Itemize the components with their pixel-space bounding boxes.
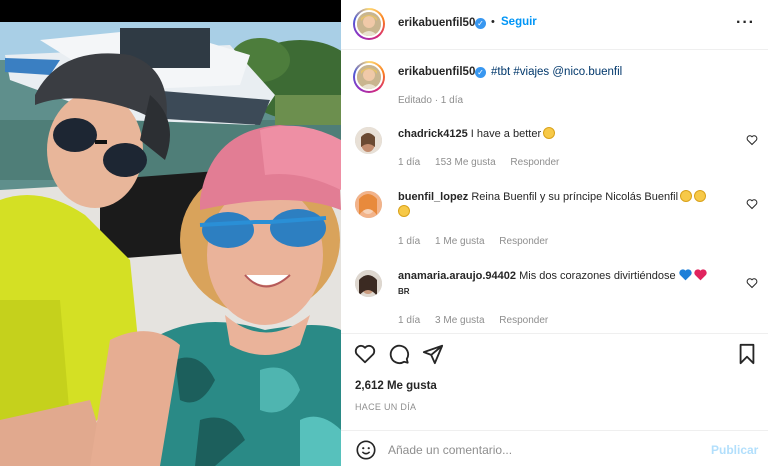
comment-likes[interactable]: 1 Me gusta: [435, 236, 484, 247]
comment-likes[interactable]: 153 Me gusta: [435, 157, 496, 168]
blue-heart-icon: [678, 269, 692, 281]
flag-icon: BR: [398, 287, 410, 296]
like-comment-heart-icon[interactable]: [746, 134, 758, 146]
comment-text: I have a better: [470, 128, 542, 140]
comment-meta: 1 día 1 Me gusta Responder: [398, 236, 560, 247]
post-side-panel: erikabuenfil50 ✓ • Seguir ··· erikabuenf…: [341, 0, 768, 466]
reply-button[interactable]: Responder: [499, 315, 548, 326]
comment-time[interactable]: 1 día: [398, 157, 420, 168]
commenter-username[interactable]: buenfil_lopez: [398, 191, 468, 203]
emoji-picker-icon[interactable]: [355, 439, 377, 461]
red-heart-icon: [693, 269, 707, 281]
comment-likes[interactable]: 3 Me gusta: [435, 315, 484, 326]
like-comment-heart-icon[interactable]: [746, 277, 758, 289]
commenter-avatar[interactable]: [355, 270, 382, 297]
divider: [341, 333, 768, 334]
comment-meta: 1 día 153 Me gusta Responder: [398, 157, 571, 168]
comment-time[interactable]: 1 día: [398, 236, 420, 247]
caption-meta: Editado · 1 día: [398, 95, 464, 106]
author-username[interactable]: erikabuenfil50: [398, 17, 475, 29]
follow-button[interactable]: Seguir: [501, 16, 537, 28]
caption-author-avatar[interactable]: [353, 61, 385, 93]
heart-eyes-face-icon: [694, 190, 707, 202]
comment-meta: 1 día 3 Me gusta Responder: [398, 315, 560, 326]
comment-text: Reina Buenfil y su príncipe Nicolás Buen…: [471, 191, 679, 203]
reply-button[interactable]: Responder: [499, 236, 548, 247]
post-photo[interactable]: [0, 0, 341, 466]
separator-dot: •: [491, 16, 495, 28]
commenter-username[interactable]: chadrick4125: [398, 128, 468, 140]
commenter-avatar[interactable]: [355, 127, 382, 154]
publish-button[interactable]: Publicar: [711, 443, 758, 457]
comment-text: Mis dos corazones divirtiéndose: [519, 270, 676, 282]
save-bookmark-icon[interactable]: [736, 343, 758, 365]
verified-badge-icon: ✓: [475, 18, 486, 29]
share-send-icon[interactable]: [422, 343, 444, 365]
post-header: erikabuenfil50 ✓ • Seguir ···: [341, 0, 768, 50]
comment-input[interactable]: [388, 439, 708, 461]
author-avatar[interactable]: [353, 8, 385, 40]
heart-eyes-face-icon: [680, 190, 693, 202]
comment-bubble-icon[interactable]: [388, 343, 410, 365]
caption-username[interactable]: erikabuenfil50: [398, 66, 475, 78]
commenter-avatar[interactable]: [355, 191, 382, 218]
smiling-face-icon: [543, 127, 556, 139]
reply-button[interactable]: Responder: [510, 157, 559, 168]
post-action-bar: [341, 343, 768, 367]
like-count[interactable]: 2,612 Me gusta: [355, 380, 437, 392]
like-heart-icon[interactable]: [354, 343, 376, 365]
post-timestamp[interactable]: HACE UN DÍA: [355, 402, 416, 412]
heart-eyes-face-icon: [398, 205, 410, 217]
comment-composer: Publicar: [341, 431, 768, 466]
more-options-icon[interactable]: ···: [736, 14, 755, 32]
verified-badge-icon: ✓: [475, 67, 486, 78]
like-comment-heart-icon[interactable]: [746, 198, 758, 210]
commenter-username[interactable]: anamaria.araujo.94402: [398, 270, 516, 282]
caption-text[interactable]: #tbt #viajes @nico.buenfil: [491, 66, 622, 78]
comment-time[interactable]: 1 día: [398, 315, 420, 326]
